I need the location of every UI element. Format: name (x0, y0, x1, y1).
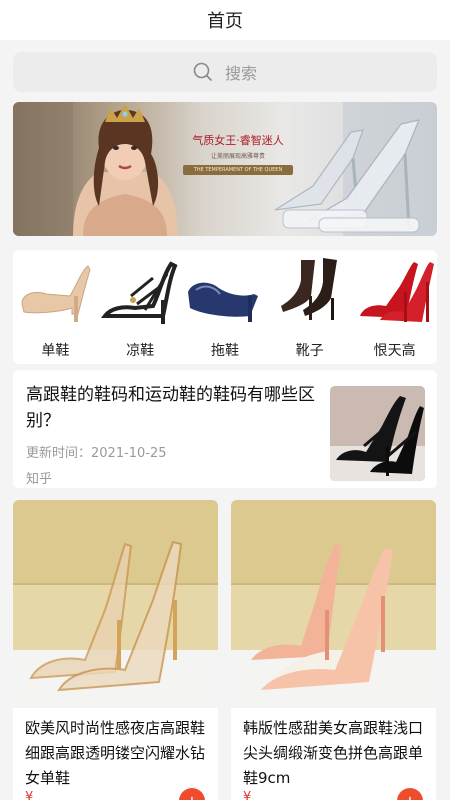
pumps-icon (14, 250, 97, 332)
article-card[interactable]: 高跟鞋的鞋码和运动鞋的鞋码有哪些区别？ 更新时间：2021-10-25 知乎 (13, 370, 437, 488)
search-bar[interactable]: 搜索 (13, 52, 437, 92)
banner-subtitle: 让美丽展现高雅尊贵 (210, 153, 265, 160)
search-placeholder: 搜索 (224, 64, 257, 83)
product-name: 韩版性感甜美女高跟鞋浅口尖头绸缎渐变色拼色高跟单鞋9cm (243, 719, 424, 787)
category-item-pumps[interactable]: 单鞋 (13, 250, 98, 364)
page-title: 首页 (207, 11, 243, 32)
boots-icon (268, 250, 351, 332)
product-card[interactable]: 欧美风时尚性感夜店高跟鞋细跟高跟透明镂空闪耀水钻女单鞋 ¥ + (13, 500, 218, 800)
stilettos-icon (353, 250, 436, 332)
category-label: 凉鞋 (126, 343, 155, 359)
product-price: ¥ (25, 790, 34, 800)
banner-slogan: 气质女王·睿智迷人 让美丽展现高雅尊贵 THE TEMPERAMENT OF T… (183, 132, 293, 175)
category-label: 拖鞋 (210, 343, 239, 359)
banner-title: 气质女王·睿智迷人 (192, 134, 284, 147)
sandals-icon (99, 250, 182, 332)
promo-banner[interactable]: 气质女王·睿智迷人 让美丽展现高雅尊贵 THE TEMPERAMENT OF T… (13, 102, 437, 236)
article-thumbnail (330, 386, 425, 481)
article-title: 高跟鞋的鞋码和运动鞋的鞋码有哪些区别？ (26, 385, 315, 431)
category-row: 单鞋 凉鞋 拖鞋 靴子 恨天高 (13, 250, 437, 364)
category-item-stilettos[interactable]: 恨天高 (352, 250, 437, 364)
category-item-slippers[interactable]: 拖鞋 (183, 250, 268, 364)
article-source: 知乎 (26, 472, 53, 487)
category-item-boots[interactable]: 靴子 (267, 250, 352, 364)
category-label: 单鞋 (41, 343, 70, 359)
product-image (13, 500, 218, 708)
article-date: 更新时间：2021-10-25 (26, 446, 167, 461)
category-label: 靴子 (295, 343, 324, 359)
product-card[interactable]: 韩版性感甜美女高跟鞋浅口尖头绸缎渐变色拼色高跟单鞋9cm ¥ + (231, 500, 436, 800)
category-label: 恨天高 (373, 343, 416, 359)
product-name: 欧美风时尚性感夜店高跟鞋细跟高跟透明镂空闪耀水钻女单鞋 (25, 719, 206, 787)
product-price: ¥ (243, 790, 252, 800)
banner-band: THE TEMPERAMENT OF THE QUEEN (183, 165, 293, 175)
category-item-sandals[interactable]: 凉鞋 (98, 250, 183, 364)
top-bar: 首页 (0, 0, 450, 40)
product-image (231, 500, 436, 708)
slippers-icon (183, 250, 266, 332)
search-icon (193, 62, 213, 82)
